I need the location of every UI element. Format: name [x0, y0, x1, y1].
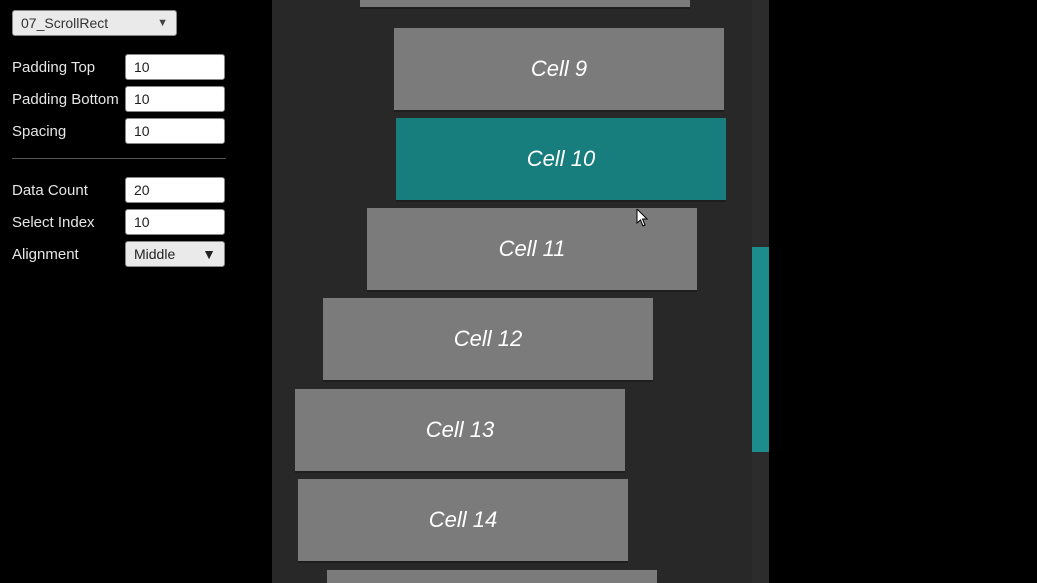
select-index-label: Select Index — [12, 214, 125, 231]
cell-label: Cell 14 — [429, 507, 497, 533]
chevron-down-icon: ▼ — [157, 17, 168, 29]
padding-bottom-input[interactable]: 10 — [125, 86, 225, 112]
cell-label: Cell 9 — [531, 56, 587, 82]
list-item[interactable]: Cell 11 — [367, 208, 697, 290]
scrollbar-thumb[interactable] — [752, 247, 769, 452]
list-item[interactable]: Cell 14 — [298, 479, 628, 561]
alignment-dropdown[interactable]: Middle ▼ — [125, 241, 225, 267]
list-item[interactable]: Cell 10 — [396, 118, 726, 200]
spacing-input[interactable]: 10 — [125, 118, 225, 144]
scroll-viewport[interactable]: Cell 9 Cell 10 Cell 11 Cell 12 Cell 13 Cell 1… — [272, 0, 769, 583]
spacing-label: Spacing — [12, 123, 125, 140]
scene-dropdown[interactable]: 07_ScrollRect ▼ — [12, 10, 177, 36]
list-item[interactable]: Cell 9 — [394, 28, 724, 110]
padding-top-input[interactable]: 10 — [125, 54, 225, 80]
list-item[interactable]: Cell 12 — [323, 298, 653, 380]
padding-top-label: Padding Top — [12, 59, 125, 76]
list-item[interactable] — [327, 570, 657, 583]
data-count-label: Data Count — [12, 182, 125, 199]
chevron-down-icon: ▼ — [202, 246, 216, 262]
cell-label: Cell 13 — [426, 417, 494, 443]
divider — [12, 158, 226, 159]
data-count-input[interactable]: 20 — [125, 177, 225, 203]
alignment-label: Alignment — [12, 246, 125, 263]
list-item[interactable]: Cell 13 — [295, 389, 625, 471]
padding-bottom-label: Padding Bottom — [12, 91, 125, 108]
settings-panel: 07_ScrollRect ▼ Padding Top 10 Padding B… — [0, 0, 260, 283]
list-item[interactable] — [360, 0, 690, 7]
scrollbar-track[interactable] — [752, 0, 769, 583]
cell-label: Cell 11 — [499, 236, 566, 262]
cell-label: Cell 12 — [454, 326, 522, 352]
scene-dropdown-value: 07_ScrollRect — [21, 15, 108, 31]
select-index-input[interactable]: 10 — [125, 209, 225, 235]
cell-label: Cell 10 — [527, 146, 595, 172]
